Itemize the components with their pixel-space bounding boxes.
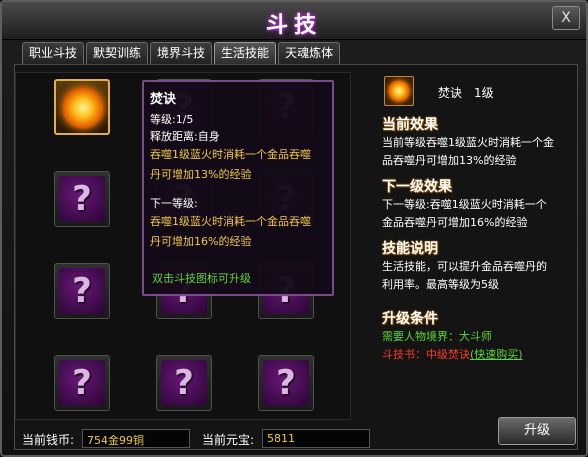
condition-realm: 需要人物境界：大斗师 [382,328,578,346]
condition-book-label: 斗技书： [382,348,426,361]
skill-desc-line: 生活技能，可以提升金品吞噬丹的 [382,260,547,273]
tab-life-skills[interactable]: 生活技能 [214,42,277,64]
tooltip-next-line: 吞噬1级蓝火时消耗一个金品吞噬 [150,215,311,228]
condition-book-value: 中级焚诀 [426,348,470,361]
skill-desc-line: 利用率。最高等级为5级 [382,278,499,291]
skill-slot-locked[interactable]: ? [156,355,212,411]
question-mark-icon: ? [59,360,105,406]
current-effect-line: 品吞噬丹可增加13%的经验 [382,154,517,167]
current-effect-line: 当前等级吞噬1级蓝火时消耗一个金 [382,136,554,149]
tooltip-hint: 双击斗技图标可升级 [152,272,251,285]
close-button[interactable]: X [552,6,580,30]
skill-info-panel: 焚诀 1级 当前效果 当前等级吞噬1级蓝火时消耗一个金 品吞噬丹可增加13%的经… [382,76,578,364]
yuanbao-value: 5811 [262,429,370,448]
skill-icon [384,76,414,106]
title-bar: 斗技 X [2,2,586,40]
tooltip-skill-name: 焚诀 [150,92,177,107]
quick-buy-link[interactable]: (快速购买) [470,348,523,361]
tooltip-next-label: 下一等级: [150,197,198,210]
skill-slot-fenjue[interactable] [54,79,110,135]
upgrade-condition-title: 升级条件 [382,311,438,327]
question-mark-icon: ? [59,176,105,222]
skill-slot-locked[interactable]: ? [54,171,110,227]
tab-class-skills[interactable]: 职业斗技 [22,42,85,64]
tooltip-next-line: 丹可增加16%的经验 [150,235,252,248]
tab-bar: 职业斗技 默契训练 境界斗技 生活技能 天魂炼体 [22,42,342,64]
skill-name: 焚诀 [438,86,463,100]
upgrade-button[interactable]: 升级 [498,417,576,445]
condition-realm-value: 大斗师 [459,330,492,343]
condition-realm-label: 需要人物境界： [382,330,459,343]
yuanbao-label: 当前元宝: [202,433,255,447]
tooltip-range: 释放距离:自身 [150,130,220,143]
skill-slot-locked[interactable]: ? [258,355,314,411]
question-mark-icon: ? [161,360,207,406]
window-title: 斗技 [265,13,322,38]
skill-info-header: 焚诀 1级 [382,76,578,108]
next-effect-line: 下一等级:吞噬1级蓝火时消耗一个 [382,198,547,211]
skill-level: 1级 [474,86,494,100]
tab-realm-skills[interactable]: 境界斗技 [150,42,213,64]
skill-tooltip: 焚诀 等级:1/5 释放距离:自身 吞噬1级蓝火时消耗一个金品吞噬 丹可增加13… [142,80,334,296]
skills-window: 斗技 X 职业斗技 默契训练 境界斗技 生活技能 天魂炼体 ? ? ? ? ? … [0,0,588,457]
tooltip-desc-line: 丹可增加13%的经验 [150,168,252,181]
tab-tacit-training[interactable]: 默契训练 [86,42,149,64]
money-label: 当前钱币: [22,433,75,447]
tab-soul-refining[interactable]: 天魂炼体 [278,42,341,64]
next-effect-title: 下一级效果 [382,179,452,195]
question-mark-icon: ? [59,268,105,314]
footer-bar: 当前钱币: 754金99铜 当前元宝: 5811 升级 [22,417,582,449]
fire-orb-icon [388,80,410,102]
condition-book: 斗技书：中级焚诀(快速购买) [382,346,578,364]
money-value: 754金99铜 [82,429,190,448]
tooltip-level: 等级:1/5 [150,113,194,126]
question-mark-icon: ? [263,360,309,406]
next-effect-line: 金品吞噬丹可增加16%的经验 [382,216,528,229]
skill-slot-locked[interactable]: ? [54,263,110,319]
skill-slot-locked[interactable]: ? [54,355,110,411]
skill-desc-title: 技能说明 [382,241,438,257]
fire-orb-icon [62,87,104,129]
tooltip-desc-line: 吞噬1级蓝火时消耗一个金品吞噬 [150,148,311,161]
current-effect-title: 当前效果 [382,117,438,133]
